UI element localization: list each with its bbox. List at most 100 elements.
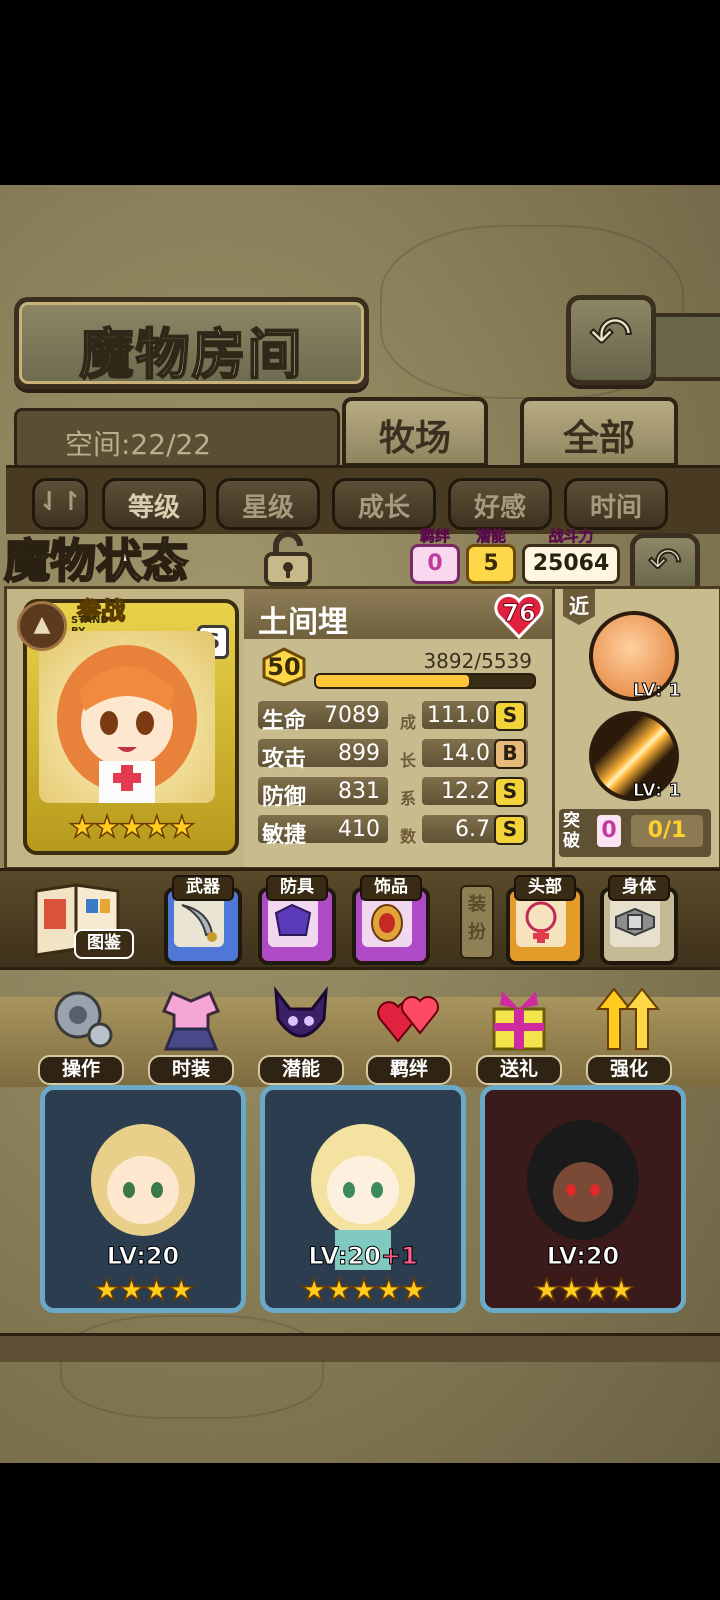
breakthrough-label: 突破 — [563, 811, 580, 851]
action-label: 羁绊 — [366, 1055, 452, 1085]
power-label: 战斗力 — [548, 527, 594, 545]
operate-button[interactable]: 操作 — [36, 983, 126, 1091]
monster-stars: ★★★★ — [532, 1272, 635, 1308]
monster-stars: ★★★★★ — [300, 1272, 428, 1308]
space-label: 空间:22/22 — [65, 428, 212, 461]
armor-slot[interactable]: 防具 — [258, 875, 336, 965]
monster-list-card[interactable]: LV:20 ★★★★ — [480, 1085, 686, 1313]
back-button[interactable]: ↶ — [566, 295, 656, 385]
skills-panel: 近 LV: 1 LV: 1 突破 0 0/1 — [552, 586, 720, 870]
monster-level: LV:20 — [45, 1242, 241, 1271]
growth-grade-badge: B — [494, 739, 526, 769]
return-arrow-icon: ↶ — [588, 305, 634, 367]
body-slot[interactable]: 身体 — [600, 875, 678, 965]
bond-value: 0 — [410, 544, 460, 584]
monster-status-title: 魔物状态 — [3, 533, 189, 589]
breakthrough-count: 0 — [597, 815, 621, 847]
filter-level[interactable]: 等级 — [102, 478, 206, 530]
growth-grade-badge: S — [494, 701, 526, 731]
stat-value: 7089 — [324, 703, 380, 728]
upgrade-arrows-icon — [596, 987, 661, 1050]
skill-slash-icon[interactable]: LV: 1 — [589, 711, 682, 802]
action-label: 时装 — [148, 1055, 234, 1085]
stat-key: 防御 — [262, 785, 307, 810]
filter-growth[interactable]: 成长 — [332, 478, 436, 530]
slot-label: 防具 — [266, 875, 328, 901]
action-label: 送礼 — [476, 1055, 562, 1085]
slot-label: 武器 — [172, 875, 234, 901]
slot-label: 身体 — [608, 875, 670, 901]
list-bottom-frame — [0, 1333, 720, 1362]
level-value: 50 — [267, 653, 301, 681]
monster-portrait — [39, 631, 215, 803]
card-stars: ★★★★★ — [68, 809, 196, 846]
stat-value: 831 — [338, 779, 380, 804]
breakthrough-bar[interactable]: 突破 0 0/1 — [559, 809, 711, 857]
tab-all[interactable]: 全部 — [520, 397, 678, 467]
tab-ranch[interactable]: 牧场 — [342, 397, 488, 467]
filter-affection[interactable]: 好感 — [448, 478, 552, 530]
demon-icon — [274, 986, 328, 1038]
weapon-slot[interactable]: 武器 — [164, 875, 242, 965]
head-slot[interactable]: 头部 — [506, 875, 584, 965]
breakthrough-progress: 0/1 — [631, 815, 703, 847]
level-text: LV:20 — [106, 1242, 180, 1271]
back-bar — [648, 313, 720, 381]
tab-label: 牧场 — [378, 418, 451, 459]
stat-key: 生命 — [262, 709, 307, 734]
accessory-slot[interactable]: 饰品 — [352, 875, 430, 965]
growth-label-char: 系 — [400, 789, 417, 808]
monster-level: LV:20+1 — [265, 1242, 461, 1271]
range-tag: 近 — [563, 589, 595, 625]
skill-level: LV: 1 — [632, 680, 681, 702]
affection-heart-icon: 76 — [494, 593, 544, 640]
growth-label-char: 长 — [400, 751, 417, 770]
power-badge: 战斗力 25064 — [522, 528, 620, 584]
level-text: LV:20 — [546, 1242, 620, 1271]
encyclopedia-label: 图鉴 — [74, 929, 134, 959]
growth-grade-badge: S — [494, 777, 526, 807]
encyclopedia-button[interactable]: 图鉴 — [30, 877, 134, 963]
exp-text: 3892/5539 — [423, 649, 532, 673]
sort-order-button[interactable]: ⇃↾ — [32, 478, 88, 530]
growth-agility: 6.7 S — [422, 815, 528, 845]
enhance-button[interactable]: 强化 — [584, 983, 674, 1091]
filter-label: 好感 — [473, 493, 526, 523]
monster-list-card[interactable]: LV:20 ★★★★ — [40, 1085, 246, 1313]
page-title-plate: 魔物房间 — [14, 297, 369, 389]
filter-label: 星级 — [241, 493, 294, 523]
filter-star[interactable]: 星级 — [216, 478, 320, 530]
monster-stats-panel: 土间埋 76 50 3892/5539 生命 7089 攻击 899 防御 831 敏… — [244, 586, 555, 870]
action-label: 潜能 — [258, 1055, 344, 1085]
monster-list-card[interactable]: LV:20+1 ★★★★★ — [260, 1085, 466, 1313]
affection-value: 76 — [502, 599, 536, 628]
action-bar: 操作 时装 潜能 羁绊 送礼 强化 — [0, 986, 720, 1087]
sort-order-icon: ⇃↾ — [38, 487, 82, 517]
gift-button[interactable]: 送礼 — [474, 983, 564, 1091]
map-decoration — [60, 1315, 324, 1419]
bond-button[interactable]: 羁绊 — [364, 983, 454, 1091]
pin-icon[interactable]: ▲ — [17, 601, 67, 651]
bond-label: 羁绊 — [419, 527, 451, 545]
potential-label: 潜能 — [475, 527, 507, 545]
action-label: 操作 — [38, 1055, 124, 1085]
skill-punch-icon[interactable]: LV: 1 — [589, 611, 682, 702]
stat-value: 410 — [338, 817, 380, 842]
potential-button[interactable]: 潜能 — [256, 983, 346, 1091]
lock-icon[interactable] — [258, 530, 318, 586]
fashion-button[interactable]: 时装 — [146, 983, 236, 1091]
filter-time[interactable]: 时间 — [564, 478, 668, 530]
hearts-icon — [377, 996, 439, 1043]
outfit-icon — [161, 991, 221, 1051]
game-screen: 魔物房间 ↶ 空间:22/22 牧场 全部 ⇃↾ 等级 星级 成长 好感 时间 … — [0, 185, 720, 1463]
equipment-strip: 图鉴 武器 防具 饰品 装扮 头部 身体 — [0, 868, 720, 970]
skill-level: LV: 1 — [632, 780, 681, 802]
power-value: 25064 — [522, 544, 620, 584]
filter-label: 等级 — [127, 493, 180, 523]
growth-label-char: 数 — [400, 827, 417, 846]
slot-label: 头部 — [514, 875, 576, 901]
monster-stars: ★★★★ — [92, 1272, 195, 1308]
potential-badge: 潜能 5 — [466, 528, 516, 584]
return-arrow-icon: ↶ — [647, 539, 683, 587]
page-title: 魔物房间 — [79, 321, 304, 387]
